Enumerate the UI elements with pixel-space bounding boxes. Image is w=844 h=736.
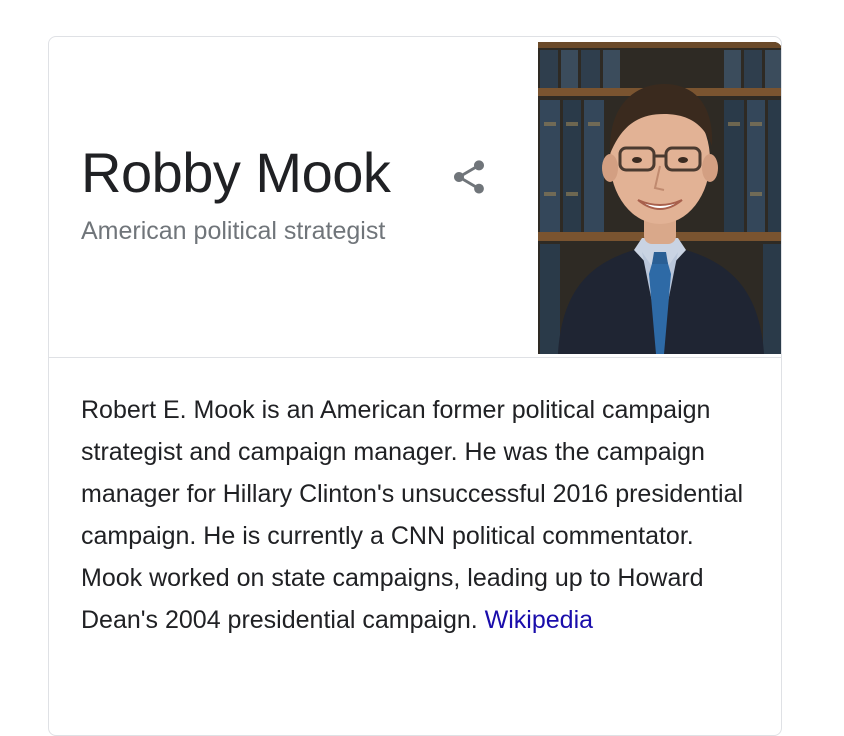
entity-subtitle: American political strategist — [81, 217, 386, 245]
entity-description: Robert E. Mook is an American former pol… — [81, 389, 751, 641]
entity-title: Robby Mook — [81, 141, 391, 204]
description-text: Robert E. Mook is an American former pol… — [81, 396, 744, 634]
wikipedia-link[interactable]: Wikipedia — [485, 606, 593, 634]
entity-photo[interactable] — [538, 42, 781, 354]
knowledge-panel: Robby Mook American political strategist — [48, 36, 782, 736]
share-button[interactable] — [447, 155, 491, 199]
share-icon — [454, 160, 484, 194]
panel-header: Robby Mook American political strategist — [49, 37, 781, 358]
